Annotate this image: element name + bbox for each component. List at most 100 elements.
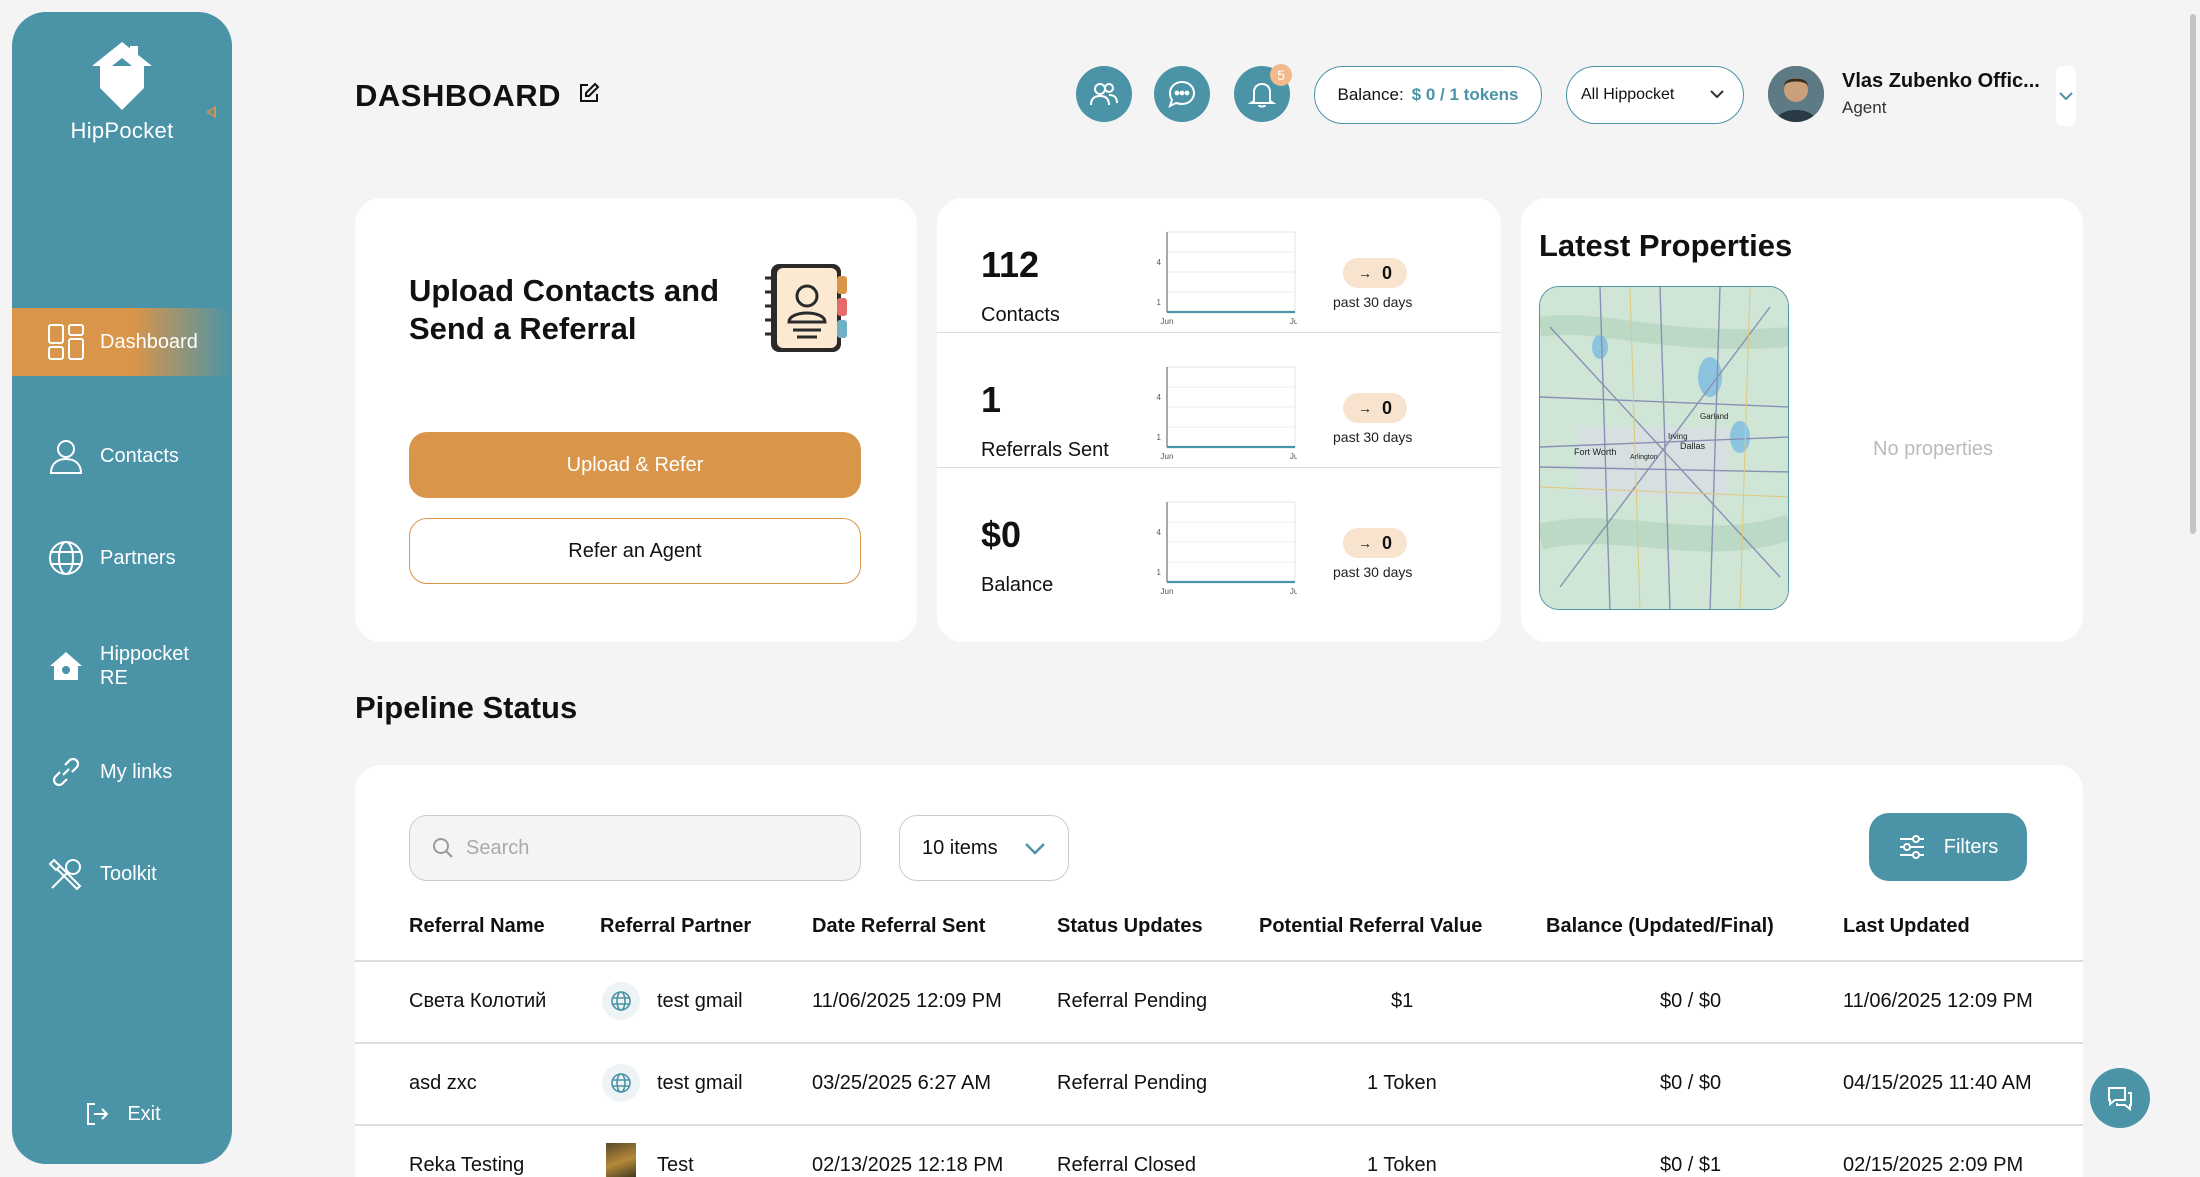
chart-x-tick-label: Jun <box>1161 317 1174 326</box>
referral-name: Света Колотий <box>409 990 547 1012</box>
chat-bubbles-icon <box>2108 1087 2132 1112</box>
arrow-right-icon: → <box>1357 265 1372 281</box>
avatar[interactable] <box>1768 66 1824 122</box>
sidebar-item-label: Partners <box>100 547 176 569</box>
balance: $0 / $1 <box>1660 1154 1722 1176</box>
date-sent: 03/25/2025 6:27 AM <box>812 1072 992 1094</box>
chevron-down-icon <box>2059 92 2073 100</box>
last-updated: 02/15/2025 2:09 PM <box>1843 1154 2024 1176</box>
balance-pill[interactable]: Balance: $ 0 / 1 tokens <box>1314 66 1542 124</box>
column-header[interactable]: Date Referral Sent <box>812 915 985 938</box>
dashboard-icon <box>48 324 84 360</box>
referral-name: asd zxc <box>409 1072 477 1094</box>
team-button[interactable] <box>1076 66 1132 122</box>
chart-x-tick-label: Jun <box>1161 452 1174 461</box>
messages-button[interactable] <box>1154 66 1210 122</box>
trend-pill: → 0 <box>1343 528 1407 558</box>
exit-button[interactable]: Exit <box>12 1094 232 1134</box>
chart-x-tick-label: Jul <box>1290 452 1297 461</box>
upload-contacts-card: Upload Contacts and Send a Referral Uplo… <box>355 198 917 642</box>
stat-contacts: 112 Contacts 41JunJul →0 past 30 days <box>937 198 1501 333</box>
page-scrollbar[interactable] <box>2190 14 2196 534</box>
chart-y-tick-label: 1 <box>1157 433 1162 442</box>
chart-y-tick-label: 4 <box>1157 393 1162 402</box>
column-header[interactable]: Referral Partner <box>600 915 751 938</box>
refer-agent-button[interactable]: Refer an Agent <box>409 518 861 584</box>
sidebar-item-my-links[interactable]: My links <box>12 738 232 806</box>
sidebar-item-partners[interactable]: Partners <box>12 524 232 592</box>
notifications-button[interactable]: 5 <box>1234 64 1292 122</box>
balance-value: $ 0 / 1 tokens <box>1411 85 1519 104</box>
logo[interactable]: HipPocket <box>12 40 232 144</box>
balance: $0 / $0 <box>1660 1072 1722 1094</box>
status: Referral Pending <box>1057 990 1208 1012</box>
stat-value: $0 <box>981 514 1022 555</box>
chart-x-tick-label: Jun <box>1161 587 1174 596</box>
search-box[interactable] <box>409 815 861 881</box>
chart-y-tick-label: 1 <box>1157 298 1162 307</box>
sidebar-item-hippocket-re[interactable]: Hippocket RE <box>12 632 232 700</box>
date-sent: 11/06/2025 12:09 PM <box>812 990 1002 1012</box>
sidebar-item-label: Contacts <box>100 445 179 467</box>
search-input[interactable] <box>466 836 846 860</box>
user-icon <box>49 440 83 474</box>
user-menu-toggle[interactable] <box>2056 66 2076 126</box>
properties-title: Latest Properties <box>1539 228 1793 263</box>
potential-value: $1 <box>1391 990 1414 1012</box>
map-label: Garland <box>1700 412 1728 421</box>
tools-icon <box>48 858 82 891</box>
filters-button[interactable]: Filters <box>1869 813 2027 881</box>
page-size-value: 10 items <box>922 836 998 859</box>
properties-map[interactable]: Fort Worth Irving Garland Dallas Arlingt… <box>1539 286 1789 610</box>
trend-period: past 30 days <box>1333 564 1413 580</box>
map-label: Dallas <box>1680 441 1706 451</box>
scope-select[interactable]: All Hippocket <box>1566 66 1744 124</box>
sidebar-item-label: Hippocket RE <box>100 643 189 689</box>
upload-and-refer-button[interactable]: Upload & Refer <box>409 432 861 498</box>
contacts-mini-chart: 4 1 Jun Jul <box>1157 231 1297 326</box>
sliders-icon <box>1899 835 1924 859</box>
stat-label: Contacts <box>981 304 1060 326</box>
globe-icon <box>49 541 83 575</box>
potential-value: 1 Token <box>1367 1072 1437 1094</box>
pipeline-title: Pipeline Status <box>355 690 578 725</box>
hippocket-logo-icon <box>92 42 152 110</box>
address-book-icon <box>765 264 847 352</box>
sidebar-item-contacts[interactable]: Contacts <box>12 422 232 490</box>
edit-icon[interactable] <box>578 82 600 104</box>
column-header[interactable]: Last Updated <box>1843 915 1970 938</box>
potential-value: 1 Token <box>1367 1154 1437 1176</box>
pipeline-card: 10 items Filters Referral Name Referral … <box>355 765 2083 1177</box>
collapse-sidebar-icon[interactable] <box>206 106 216 118</box>
sidebar-item-label: My links <box>100 761 173 783</box>
last-updated: 11/06/2025 12:09 PM <box>1843 990 2033 1012</box>
row-divider <box>355 960 2083 962</box>
page-size-select[interactable]: 10 items <box>899 815 1069 881</box>
column-header[interactable]: Balance (Updated/Final) <box>1546 915 1774 938</box>
arrow-right-icon: → <box>1357 400 1372 416</box>
sidebar-item-dashboard[interactable]: Dashboard <box>12 308 232 376</box>
status: Referral Pending <box>1057 1072 1208 1094</box>
sidebar: HipPocket Dashboard Contacts Partners Hi… <box>12 12 232 1164</box>
column-header[interactable]: Referral Name <box>409 915 545 938</box>
column-header[interactable]: Potential Referral Value <box>1259 915 1482 938</box>
sidebar-item-toolkit[interactable]: Toolkit <box>12 840 232 908</box>
trend-value: 0 <box>1381 397 1392 418</box>
chart-y-tick-label: 4 <box>1157 528 1162 537</box>
partner-avatar <box>606 1143 636 1177</box>
trend-pill: → 0 <box>1343 258 1407 288</box>
team-icon <box>1090 83 1118 106</box>
notification-count-badge: 5 <box>1270 64 1292 86</box>
filters-label: Filters <box>1943 835 1999 858</box>
user-name: Vlas Zubenko Offic... <box>1842 70 2040 92</box>
support-chat-button[interactable] <box>2090 1068 2150 1128</box>
sidebar-item-label: Toolkit <box>100 863 157 885</box>
trend-period: past 30 days <box>1333 429 1413 445</box>
balance-label: Balance: <box>1337 85 1404 104</box>
logout-icon <box>87 1103 109 1125</box>
stat-value: 1 <box>981 379 1002 420</box>
house-icon <box>50 652 82 680</box>
referral-partner: Test <box>657 1154 694 1176</box>
column-header[interactable]: Status Updates <box>1057 915 1203 938</box>
chart-y-tick-label: 1 <box>1157 568 1162 577</box>
